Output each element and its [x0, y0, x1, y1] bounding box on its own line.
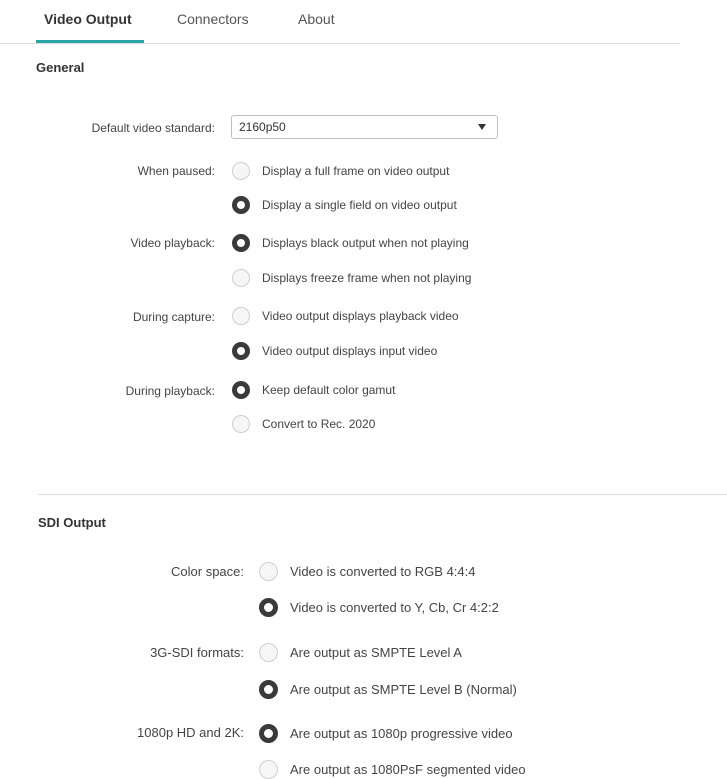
during-capture-input-option[interactable]: Video output displays input video	[232, 342, 437, 360]
radio-unselected-icon[interactable]	[232, 269, 250, 287]
dropdown-arrow-icon	[478, 124, 486, 130]
radio-selected-icon[interactable]	[259, 680, 278, 699]
hd-2k-psf-label: Are output as 1080PsF segmented video	[290, 762, 526, 777]
3g-sdi-level-a-option[interactable]: Are output as SMPTE Level A	[259, 643, 462, 662]
video-playback-freeze-label: Displays freeze frame when not playing	[262, 271, 472, 285]
section-divider	[38, 494, 727, 495]
hd-2k-psf-option[interactable]: Are output as 1080PsF segmented video	[259, 760, 526, 779]
video-playback-black-option[interactable]: Displays black output when not playing	[232, 234, 469, 252]
tab-connectors[interactable]: Connectors	[177, 11, 249, 27]
video-playback-freeze-option[interactable]: Displays freeze frame when not playing	[232, 269, 471, 287]
during-playback-label: During playback:	[125, 384, 215, 398]
radio-selected-icon[interactable]	[232, 342, 250, 360]
general-section-title: General	[36, 60, 85, 75]
sdi-output-section-title: SDI Output	[38, 515, 106, 530]
active-tab-indicator	[36, 40, 144, 43]
tab-about[interactable]: About	[298, 11, 335, 27]
color-space-ycbcr-option[interactable]: Video is converted to Y, Cb, Cr 4:2:2	[259, 598, 499, 617]
hd-2k-progressive-option[interactable]: Are output as 1080p progressive video	[259, 724, 513, 743]
color-space-ycbcr-label: Video is converted to Y, Cb, Cr 4:2:2	[290, 600, 499, 615]
color-space-rgb-option[interactable]: Video is converted to RGB 4:4:4	[259, 562, 475, 581]
color-space-rgb-label: Video is converted to RGB 4:4:4	[290, 564, 476, 579]
radio-unselected-icon[interactable]	[259, 643, 278, 662]
radio-selected-icon[interactable]	[259, 724, 278, 743]
hd-2k-progressive-label: Are output as 1080p progressive video	[290, 726, 513, 741]
during-playback-rec2020-label: Convert to Rec. 2020	[262, 417, 376, 431]
during-capture-playback-label: Video output displays playback video	[262, 309, 459, 323]
radio-unselected-icon[interactable]	[259, 760, 278, 779]
radio-unselected-icon[interactable]	[232, 162, 250, 180]
during-capture-input-label: Video output displays input video	[262, 344, 438, 358]
radio-selected-icon[interactable]	[232, 381, 250, 399]
during-playback-rec2020-option[interactable]: Convert to Rec. 2020	[232, 415, 375, 433]
during-capture-playback-option[interactable]: Video output displays playback video	[232, 307, 459, 325]
3g-sdi-level-b-label: Are output as SMPTE Level B (Normal)	[290, 682, 517, 697]
video-playback-black-label: Displays black output when not playing	[262, 236, 469, 250]
during-playback-default-gamut-label: Keep default color gamut	[262, 383, 396, 397]
default-video-standard-value: 2160p50	[239, 120, 286, 134]
during-capture-label: During capture:	[132, 310, 215, 324]
radio-selected-icon[interactable]	[232, 234, 250, 252]
when-paused-full-frame-label: Display a full frame on video output	[262, 164, 450, 178]
when-paused-single-field-option[interactable]: Display a single field on video output	[232, 196, 457, 214]
radio-selected-icon[interactable]	[259, 598, 278, 617]
radio-unselected-icon[interactable]	[259, 562, 278, 581]
video-playback-label: Video playback:	[130, 236, 215, 250]
when-paused-full-frame-option[interactable]: Display a full frame on video output	[232, 162, 449, 180]
tab-bar: Video Output Connectors About	[0, 0, 680, 44]
3g-sdi-formats-label: 3G-SDI formats:	[150, 645, 244, 660]
radio-selected-icon[interactable]	[232, 196, 250, 214]
during-playback-default-gamut-option[interactable]: Keep default color gamut	[232, 381, 395, 399]
3g-sdi-level-a-label: Are output as SMPTE Level A	[290, 645, 462, 660]
tab-video-output[interactable]: Video Output	[44, 11, 132, 27]
1080p-hd-2k-label: 1080p HD and 2K:	[137, 725, 244, 740]
radio-unselected-icon[interactable]	[232, 307, 250, 325]
default-video-standard-label: Default video standard:	[91, 121, 215, 135]
3g-sdi-level-b-option[interactable]: Are output as SMPTE Level B (Normal)	[259, 680, 517, 699]
default-video-standard-select[interactable]: 2160p50	[231, 115, 498, 139]
when-paused-label: When paused:	[137, 164, 215, 178]
radio-unselected-icon[interactable]	[232, 415, 250, 433]
when-paused-single-field-label: Display a single field on video output	[262, 198, 457, 212]
color-space-label: Color space:	[171, 564, 244, 579]
